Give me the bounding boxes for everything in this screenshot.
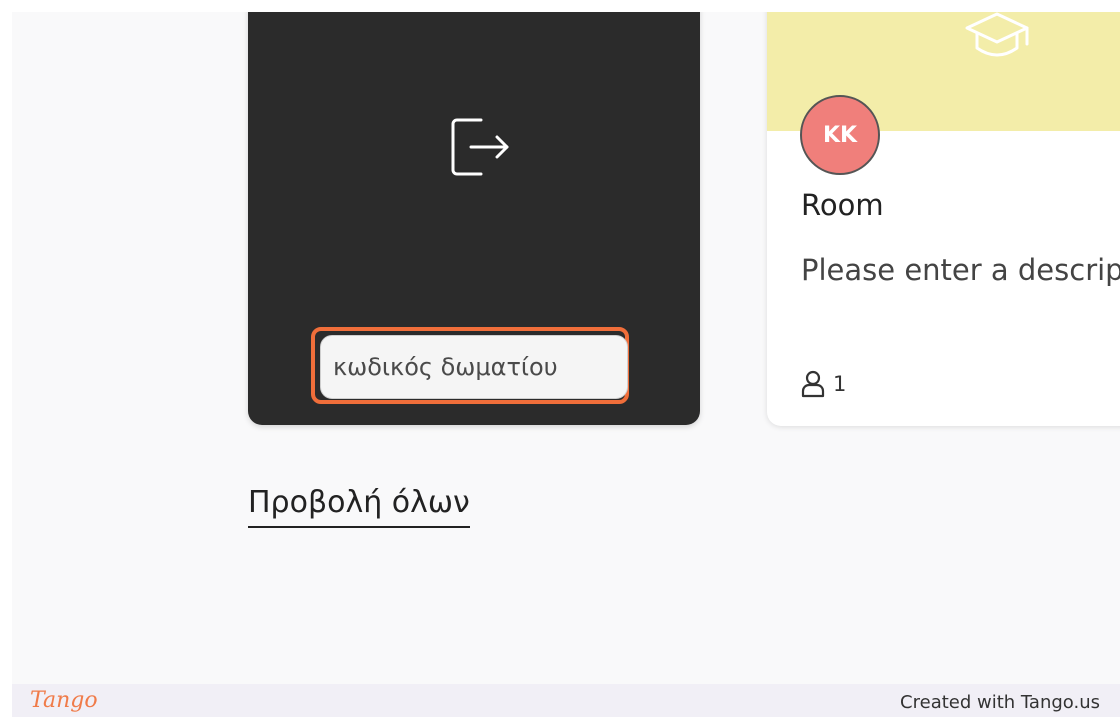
tango-logo: Tango: [30, 688, 98, 713]
room-title: Room: [801, 188, 884, 222]
enter-room-icon: [451, 118, 509, 176]
room-description: Please enter a description: [801, 253, 1120, 287]
view-all-link[interactable]: Προβολή όλων: [248, 485, 470, 528]
created-with-text: Created with Tango.us: [900, 692, 1100, 713]
page-frame: KK Room Please enter a description 1 Προ…: [12, 12, 1120, 684]
member-count-value: 1: [833, 372, 847, 396]
room-code-input[interactable]: [320, 335, 628, 399]
footer-bar: Tango Created with Tango.us: [12, 684, 1120, 717]
room-card[interactable]: KK Room Please enter a description 1: [767, 12, 1120, 426]
owner-avatar: KK: [800, 95, 880, 175]
member-count: 1: [801, 370, 846, 398]
avatar-initials: KK: [822, 122, 858, 148]
graduation-cap-icon: [965, 12, 1029, 57]
user-icon: [801, 370, 825, 398]
join-room-card: [248, 12, 700, 425]
